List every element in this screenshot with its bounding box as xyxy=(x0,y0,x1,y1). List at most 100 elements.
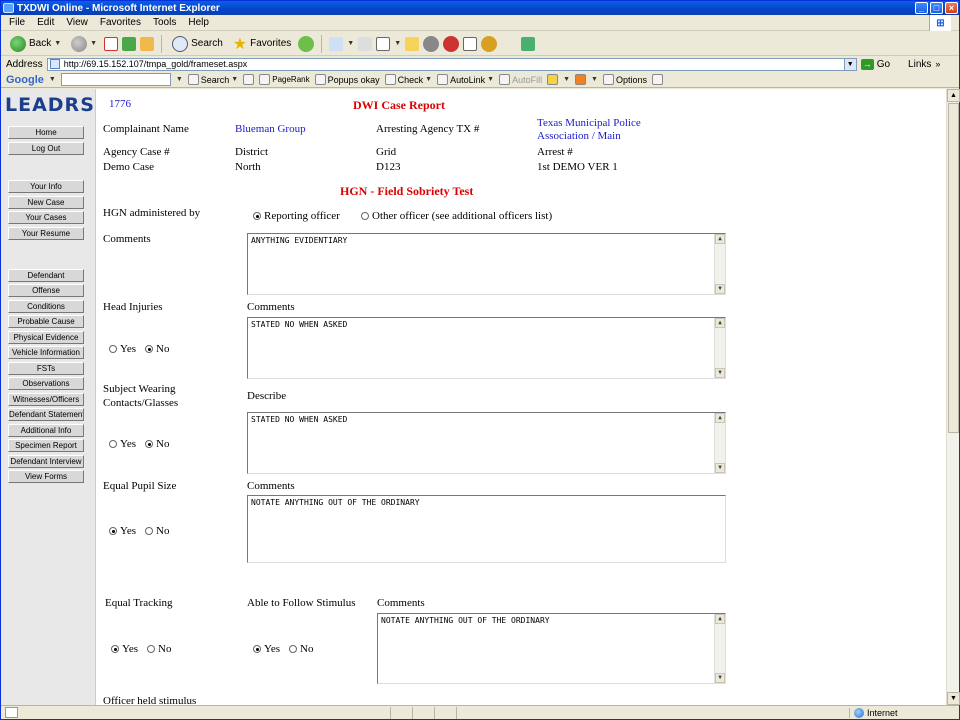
maximize-button[interactable]: □ xyxy=(930,2,943,14)
nav-offense[interactable]: Offense xyxy=(8,284,84,297)
radio-tracking-yes[interactable] xyxy=(111,645,119,653)
nav-defendant-interview[interactable]: Defendant Interview xyxy=(8,455,84,468)
nav-logout[interactable]: Log Out xyxy=(8,142,84,155)
bookmark-icon[interactable] xyxy=(547,74,559,85)
options-button[interactable]: Options xyxy=(602,74,647,85)
stop-icon[interactable] xyxy=(104,36,119,51)
nav-new-case[interactable]: New Case xyxy=(8,196,84,209)
wearing-textarea[interactable]: STATED NO WHEN ASKED ▲ ▼ xyxy=(247,412,726,474)
discuss-icon[interactable] xyxy=(443,35,460,52)
head-injuries-yes[interactable]: Yes xyxy=(109,343,136,355)
history-icon[interactable] xyxy=(298,35,315,52)
tracking-no[interactable]: No xyxy=(147,643,171,655)
other-officer-option[interactable]: Other officer (see additional officers l… xyxy=(361,210,552,222)
radio-head-injuries-yes[interactable] xyxy=(109,345,117,353)
pupil-no[interactable]: No xyxy=(145,525,169,537)
document-icon[interactable] xyxy=(463,36,478,51)
nav-physical-evidence[interactable]: Physical Evidence xyxy=(8,331,84,344)
nav-observations[interactable]: Observations xyxy=(8,377,84,390)
nav-view-forms[interactable]: View Forms xyxy=(8,470,84,483)
radio-reporting-officer[interactable] xyxy=(253,212,261,220)
pupil-yes[interactable]: Yes xyxy=(109,525,136,537)
nav-defendant[interactable]: Defendant xyxy=(8,269,84,282)
nav-your-cases[interactable]: Your Cases xyxy=(8,211,84,224)
google-search-button[interactable]: Search ▼ xyxy=(187,74,238,85)
wearing-no[interactable]: No xyxy=(145,438,169,450)
follow-yes[interactable]: Yes xyxy=(253,643,280,655)
messenger-icon[interactable] xyxy=(423,35,440,52)
nav-fsts[interactable]: FSTs xyxy=(8,362,84,375)
spellcheck-button[interactable]: Check ▼ xyxy=(384,74,432,85)
nav-your-resume[interactable]: Your Resume xyxy=(8,227,84,240)
pencil-icon[interactable] xyxy=(651,74,663,85)
mail-icon[interactable] xyxy=(329,36,344,51)
popups-button[interactable]: Popups okay xyxy=(314,74,380,85)
follow-no[interactable]: No xyxy=(289,643,313,655)
page-scrollbar[interactable]: ▲ ▼ xyxy=(946,89,960,705)
minimize-button[interactable]: _ xyxy=(915,2,928,14)
nav-specimen-report[interactable]: Specimen Report xyxy=(8,439,84,452)
radio-follow-yes[interactable] xyxy=(253,645,261,653)
radio-pupil-yes[interactable] xyxy=(109,527,117,535)
nav-defendant-statement[interactable]: Defendant Statement xyxy=(8,408,84,421)
nav-home[interactable]: Home xyxy=(8,126,84,139)
site-search-icon[interactable] xyxy=(243,74,255,85)
scroll-down-arrow[interactable]: ▼ xyxy=(947,692,960,705)
print-icon[interactable] xyxy=(358,36,373,51)
radio-head-injuries-no[interactable] xyxy=(145,345,153,353)
scroll-thumb[interactable] xyxy=(948,103,959,433)
head-injuries-no[interactable]: No xyxy=(145,343,169,355)
radio-pupil-no[interactable] xyxy=(145,527,153,535)
head-injuries-textarea[interactable]: STATED NO WHEN ASKED ▲ ▼ xyxy=(247,317,726,379)
address-dropdown[interactable]: ▼ xyxy=(843,58,856,70)
radio-wearing-no[interactable] xyxy=(145,440,153,448)
reporting-officer-option[interactable]: Reporting officer xyxy=(253,210,340,222)
edit-icon[interactable] xyxy=(376,36,391,51)
address-input[interactable]: http://69.15.152.107/tmpa_gold/frameset.… xyxy=(46,57,857,71)
nav-conditions[interactable]: Conditions xyxy=(8,300,84,313)
links-button[interactable]: Links xyxy=(908,59,931,70)
nav-probable-cause[interactable]: Probable Cause xyxy=(8,315,84,328)
radio-other-officer[interactable] xyxy=(361,212,369,220)
go-button[interactable]: → Go xyxy=(860,58,890,70)
forward-button[interactable]: ▼ xyxy=(68,34,100,54)
arresting-agency-line-1[interactable]: Texas Municipal Police xyxy=(537,117,641,129)
network-icon[interactable] xyxy=(521,36,536,51)
google-search-input[interactable] xyxy=(60,73,171,86)
autolink-button[interactable]: AutoLink ▼ xyxy=(437,74,494,85)
radio-follow-no[interactable] xyxy=(289,645,297,653)
folder-icon[interactable] xyxy=(405,36,420,51)
autofill-button[interactable]: AutoFill xyxy=(499,74,542,85)
back-button[interactable]: Back ▼ xyxy=(7,34,64,54)
menu-view[interactable]: View xyxy=(66,17,88,28)
tracking-textarea[interactable]: NOTATE ANYTHING OUT OF THE ORDINARY ▲ ▼ xyxy=(377,613,726,684)
menu-tools[interactable]: Tools xyxy=(153,17,176,28)
nav-witnesses-officers[interactable]: Witnesses/Officers xyxy=(8,393,84,406)
nav-vehicle-information[interactable]: Vehicle Information xyxy=(8,346,84,359)
pagerank-indicator[interactable]: PageRank xyxy=(259,74,310,85)
complainant-value[interactable]: Blueman Group xyxy=(235,123,306,135)
menu-file[interactable]: File xyxy=(9,17,25,28)
search-button[interactable]: Search xyxy=(169,34,226,54)
google-logo[interactable]: Google xyxy=(6,74,44,86)
menu-help[interactable]: Help xyxy=(188,17,209,28)
refresh-icon[interactable] xyxy=(122,36,137,51)
home-icon[interactable] xyxy=(140,36,155,51)
tracking-yes[interactable]: Yes xyxy=(111,643,138,655)
radio-wearing-yes[interactable] xyxy=(109,440,117,448)
arresting-agency-line-2[interactable]: Association / Main xyxy=(537,130,621,142)
scroll-up-arrow[interactable]: ▲ xyxy=(947,89,960,102)
close-button[interactable]: × xyxy=(945,2,958,14)
plugin-icon[interactable] xyxy=(481,35,498,52)
nav-additional-info[interactable]: Additional Info xyxy=(8,424,84,437)
menu-edit[interactable]: Edit xyxy=(37,17,54,28)
menu-favorites[interactable]: Favorites xyxy=(100,17,141,28)
wearing-yes[interactable]: Yes xyxy=(109,438,136,450)
pupil-textarea[interactable]: NOTATE ANYTHING OUT OF THE ORDINARY xyxy=(247,495,726,563)
nav-your-info[interactable]: Your Info xyxy=(8,180,84,193)
radio-tracking-no[interactable] xyxy=(147,645,155,653)
favorites-button[interactable]: ★ Favorites xyxy=(230,34,294,54)
comments-textarea[interactable]: ANYTHING EVIDENTIARY ▲ ▼ xyxy=(247,233,726,295)
blogger-icon[interactable] xyxy=(575,74,587,85)
links-chevron-icon[interactable]: » xyxy=(935,59,940,69)
